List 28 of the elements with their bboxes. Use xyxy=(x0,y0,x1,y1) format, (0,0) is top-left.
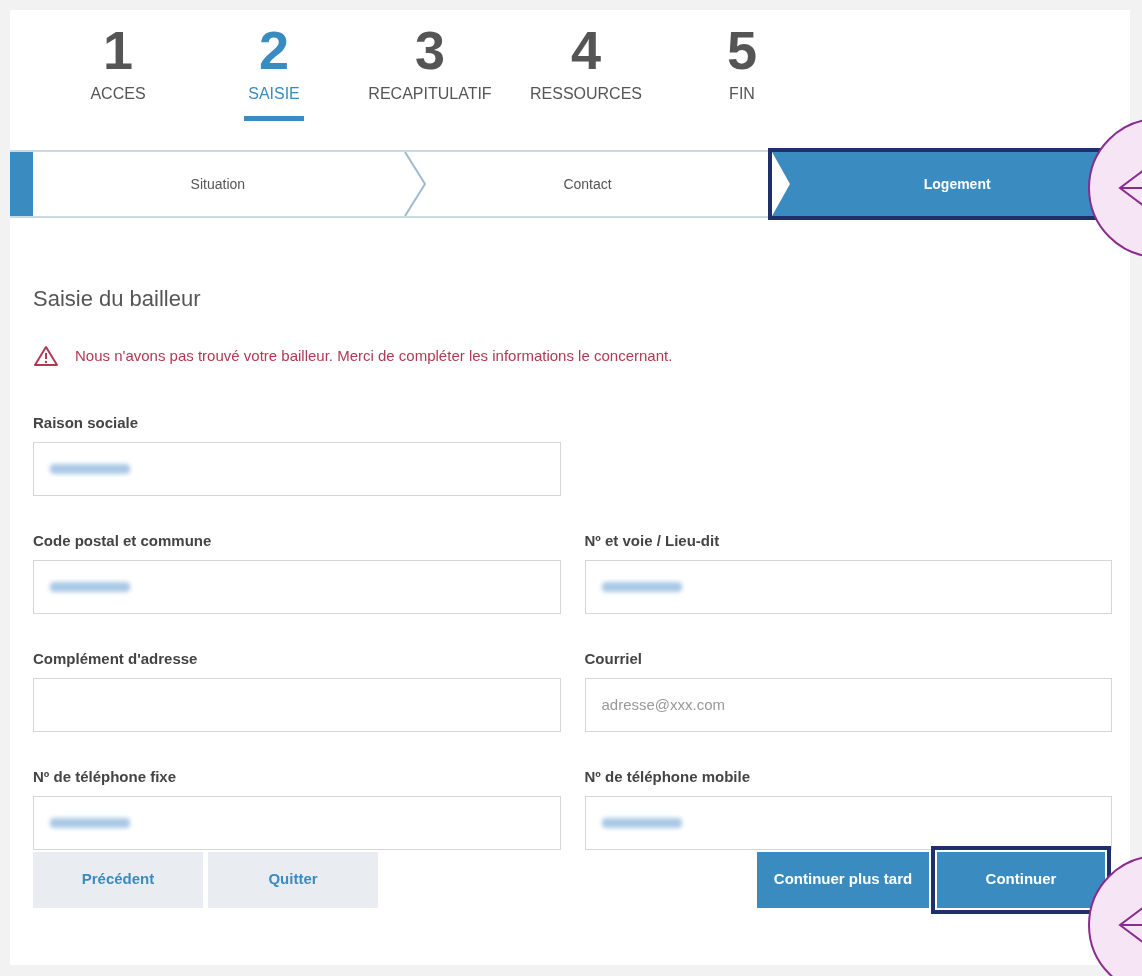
step-tab[interactable]: 3 RECAPITULATIF xyxy=(352,22,508,150)
field-label: Nº de téléphone mobile xyxy=(584,766,751,787)
step-tab[interactable]: 5 FIN xyxy=(664,22,820,150)
field-label: Raison sociale xyxy=(33,412,140,433)
progress-strip xyxy=(10,152,33,216)
section-heading: Saisie du bailleur xyxy=(33,285,202,313)
warning-icon xyxy=(33,345,59,368)
continue-button[interactable]: Continuer plus tard xyxy=(757,851,929,908)
step-tab[interactable]: 1 ACCES xyxy=(40,22,196,150)
chevron-icon xyxy=(402,152,427,216)
field-label: Nº et voie / Lieu-dit xyxy=(584,530,721,551)
substep-tab[interactable]: Situation xyxy=(33,152,403,216)
field-label: Complément d'adresse xyxy=(33,648,199,669)
input-field[interactable] xyxy=(584,559,1112,614)
input-field[interactable] xyxy=(33,559,561,614)
input-field[interactable] xyxy=(33,795,561,850)
input-field[interactable] xyxy=(584,795,1112,850)
step-tab[interactable]: 4 RESSOURCES xyxy=(508,22,664,150)
input-field[interactable] xyxy=(33,441,561,496)
warning-message: Nous n'avons pas trouvé votre bailleur. Merci de compléter les informations le concernant. xyxy=(75,346,673,366)
field-label: Courriel xyxy=(584,648,643,669)
input-field[interactable]: adresse@xxx.com xyxy=(584,677,1112,732)
chevron-notch-icon xyxy=(772,152,793,216)
step-tab[interactable]: 2 SAISIE xyxy=(196,22,352,150)
input-field[interactable] xyxy=(33,677,561,732)
field-label: Nº de téléphone fixe xyxy=(33,766,177,787)
substep-tab[interactable]: Contact xyxy=(402,152,773,216)
field-label: Code postal et commune xyxy=(33,530,213,551)
